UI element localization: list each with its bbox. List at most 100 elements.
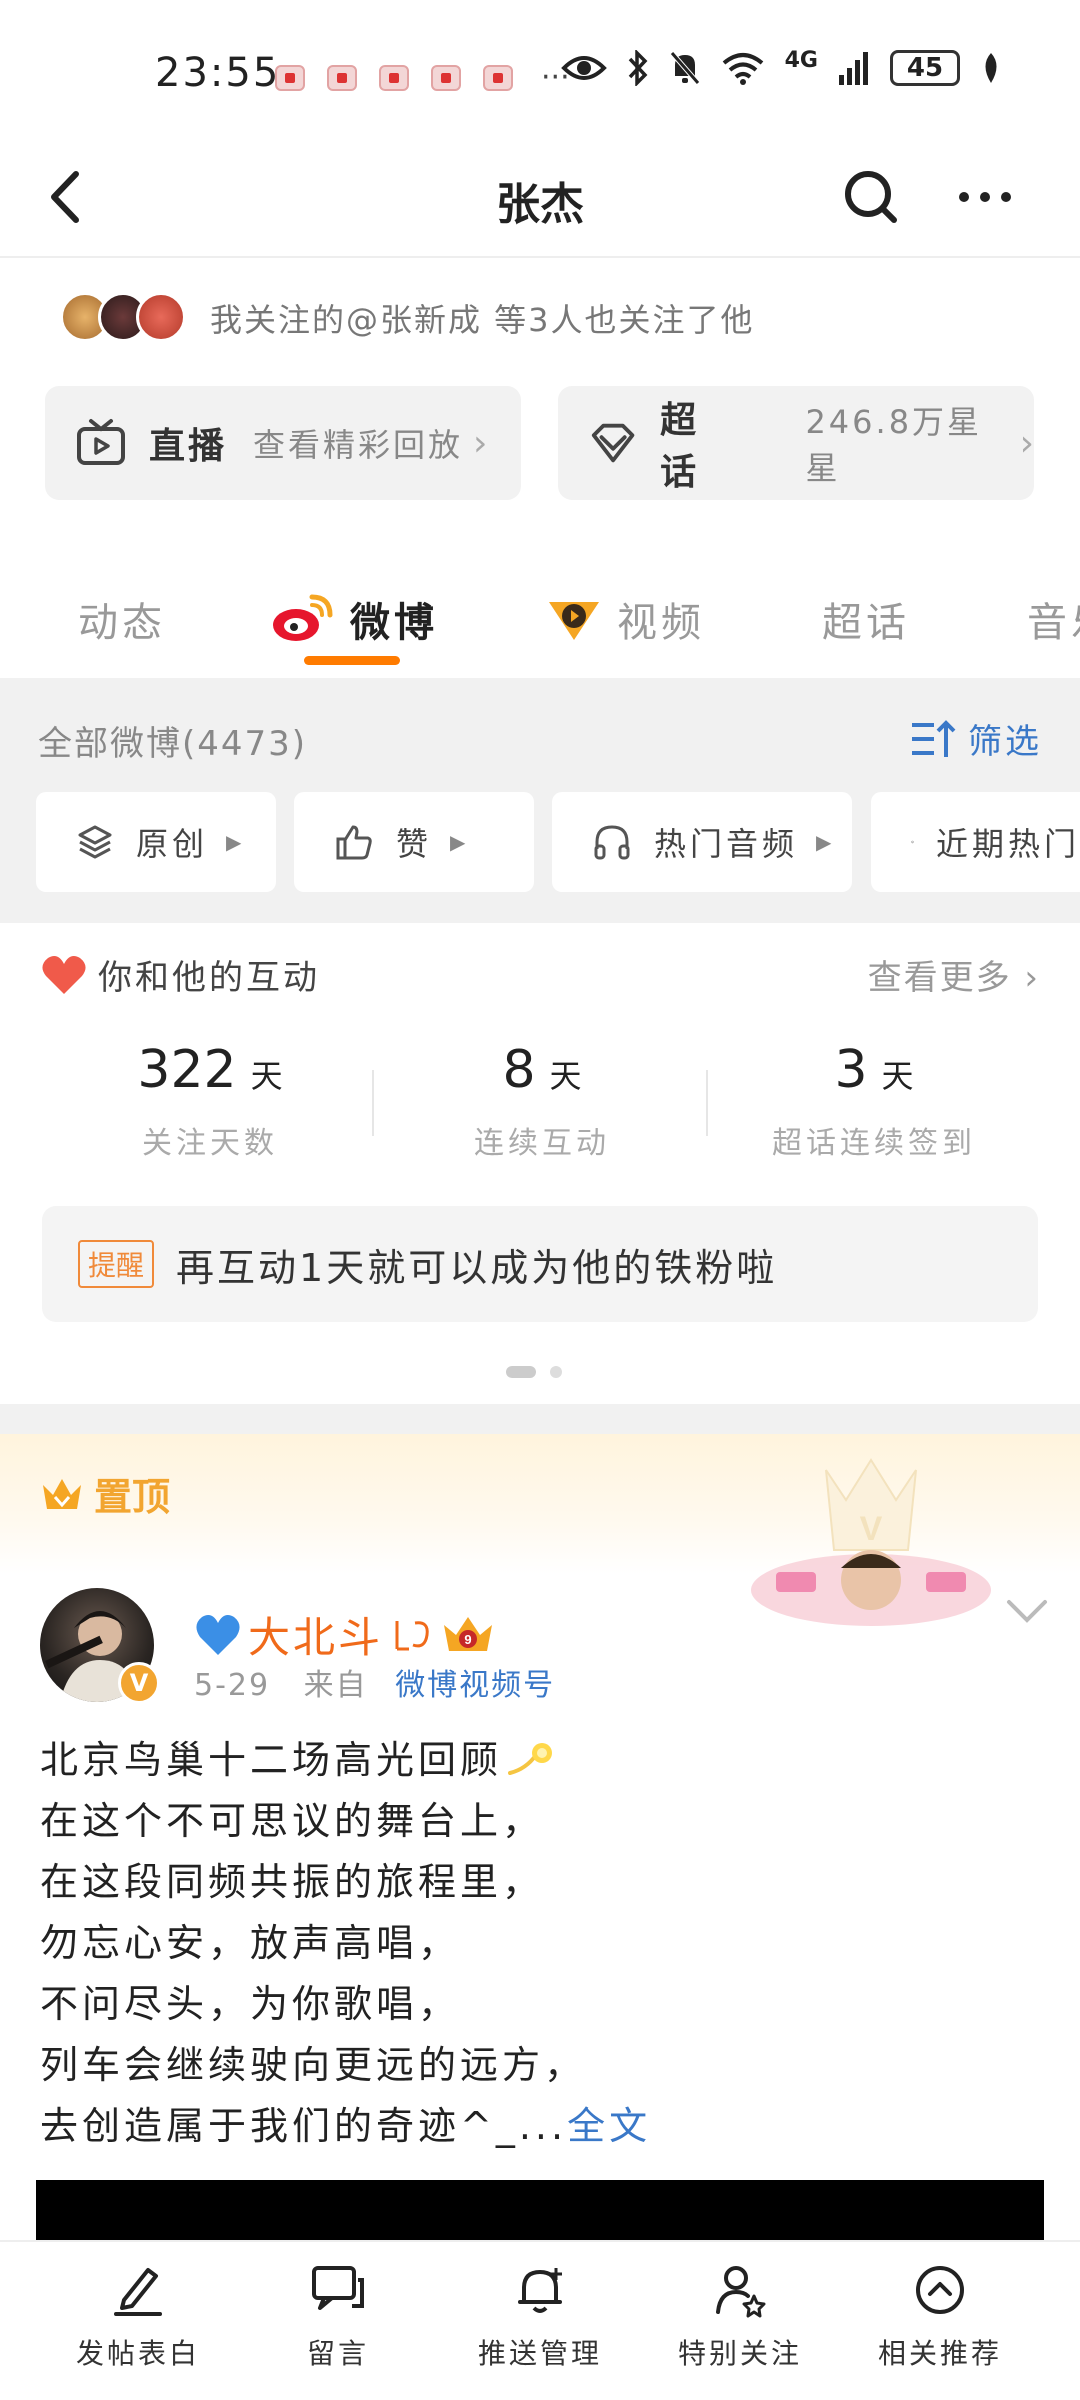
triangle-right-icon: ▶ bbox=[450, 830, 470, 854]
view-more-label: 查看更多 bbox=[867, 958, 1012, 998]
live-card[interactable]: 直播 查看精彩回放 › bbox=[45, 386, 521, 500]
heart-icon bbox=[42, 955, 86, 994]
layers-icon bbox=[78, 825, 112, 859]
post-meta: 5-29 来自 微博视频号 bbox=[194, 1660, 555, 1704]
divider bbox=[706, 1070, 708, 1136]
chevron-right-icon: › bbox=[473, 422, 488, 464]
post-line: 列车会继续驶向更远的远方， bbox=[40, 2043, 587, 2087]
shooting-star-icon bbox=[508, 1743, 553, 1775]
chevron-down-icon[interactable] bbox=[1005, 1596, 1049, 1626]
bottom-bar-label: 相关推荐 bbox=[877, 2337, 1002, 2370]
stat-label: 关注天数 bbox=[142, 1126, 278, 1161]
tab-video[interactable]: 视频 bbox=[545, 590, 705, 648]
crown-badge-icon: 9 bbox=[444, 1616, 493, 1651]
tab-label: 视频 bbox=[617, 600, 705, 646]
chevron-right-icon: › bbox=[1024, 958, 1040, 998]
stat-streak-days: 8天 连续互动 bbox=[392, 1040, 692, 1162]
blue-heart-icon bbox=[196, 1614, 240, 1655]
stat-value: 322 bbox=[137, 1040, 237, 1100]
page-title: 张杰 bbox=[496, 179, 584, 230]
tab-supertopic[interactable]: 超话 bbox=[822, 590, 910, 648]
tab-weibo[interactable]: 微博 bbox=[270, 590, 438, 648]
push-settings-button[interactable]: 推送管理 bbox=[450, 2262, 630, 2372]
crown-icon bbox=[43, 1478, 81, 1509]
chip-label: 热门音频 bbox=[654, 825, 799, 863]
live-card-subtitle: 查看精彩回放 bbox=[253, 426, 464, 464]
video-icon bbox=[549, 602, 599, 640]
view-more-link[interactable]: 查看更多 › bbox=[868, 950, 1040, 999]
nav-bar: 张杰 bbox=[0, 140, 1080, 258]
more-icon[interactable] bbox=[950, 162, 1020, 232]
post-line: 在这段同频共振的旅程里， bbox=[40, 1860, 545, 1904]
reminder-text: 再互动1天就可以成为他的铁粉啦 bbox=[176, 1245, 778, 1290]
related-recommend-button[interactable]: 相关推荐 bbox=[850, 2262, 1030, 2372]
special-follow-button[interactable]: 特别关注 bbox=[650, 2262, 830, 2372]
headphones-icon bbox=[594, 825, 630, 860]
message-button[interactable]: 留言 bbox=[248, 2262, 428, 2372]
chip-recent-hot[interactable]: 近期热门 bbox=[871, 792, 1080, 892]
layers-icon bbox=[911, 840, 914, 844]
svg-text:9: 9 bbox=[464, 1632, 471, 1647]
thumbs-up-icon bbox=[336, 825, 372, 860]
tab-label: 微博 bbox=[350, 600, 438, 646]
all-posts-count: 全部微博(4473) bbox=[38, 724, 308, 764]
filter-icon bbox=[912, 719, 956, 757]
bottom-bar-label: 推送管理 bbox=[477, 2337, 602, 2370]
fan-level-icon bbox=[395, 1620, 429, 1650]
post-source-prefix: 来自 bbox=[303, 1668, 368, 1703]
section-separator bbox=[0, 1404, 1080, 1434]
post-author[interactable]: 大北斗 9 bbox=[194, 1604, 497, 1665]
notification-icon bbox=[379, 64, 409, 91]
stat-value: 3 bbox=[834, 1040, 868, 1100]
bottom-bar-label: 留言 bbox=[306, 2337, 369, 2370]
full-text-link[interactable]: 全文 bbox=[567, 2104, 651, 2148]
post-line: 勿忘心安，放声高唱， bbox=[40, 1921, 461, 1965]
fan-badge-decoration: V bbox=[751, 1458, 991, 1626]
tab-dynamics[interactable]: 动态 bbox=[78, 590, 166, 648]
status-bar: 23:55 ··· 4G 45 bbox=[0, 0, 1080, 140]
wifi-icon bbox=[722, 53, 763, 85]
bottom-bar-label: 发帖表白 bbox=[75, 2337, 200, 2370]
stat-label: 超话连续签到 bbox=[772, 1126, 976, 1161]
post-line: 在这个不可思议的舞台上， bbox=[40, 1799, 545, 1843]
battery-indicator: 45 bbox=[890, 50, 960, 86]
chip-label: 赞 bbox=[396, 825, 433, 863]
notification-icon bbox=[327, 64, 357, 91]
post-author-name: 大北斗 bbox=[248, 1613, 384, 1662]
network-type: 4G bbox=[784, 47, 818, 73]
reminder-banner[interactable]: 提醒 再互动1天就可以成为他的铁粉啦 bbox=[42, 1206, 1038, 1322]
signal-icon bbox=[839, 52, 868, 85]
tab-label: 超话 bbox=[822, 600, 910, 646]
tab-label: 动态 bbox=[78, 600, 166, 646]
reminder-badge: 提醒 bbox=[78, 1240, 155, 1288]
pager-dot bbox=[550, 1366, 562, 1378]
eye-icon bbox=[560, 56, 607, 80]
notification-icon bbox=[275, 64, 305, 91]
post-date: 5-29 bbox=[194, 1668, 271, 1703]
up-circle-icon bbox=[916, 2266, 964, 2314]
chip-hot-audio[interactable]: 热门音频 ▶ bbox=[552, 792, 852, 892]
chip-label: 近期热门 bbox=[935, 825, 1080, 863]
message-icon bbox=[312, 2266, 364, 2310]
post-source-link[interactable]: 微博视频号 bbox=[395, 1668, 555, 1703]
live-card-title: 直播 bbox=[149, 426, 228, 467]
supertopic-card[interactable]: 超话 246.8万星星 › bbox=[558, 386, 1034, 500]
post-video[interactable] bbox=[36, 2180, 1044, 2240]
post-confession-button[interactable]: 发帖表白 bbox=[48, 2262, 228, 2372]
post-line: 去创造属于我们的奇迹^_...全文 bbox=[40, 2104, 652, 2148]
post-text: 北京鸟巢十二场高光回顾 在这个不可思议的舞台上， 在这段同频共振的旅程里， 勿忘… bbox=[40, 1730, 651, 2157]
stat-unit: 天 bbox=[881, 1057, 914, 1095]
pager-dots bbox=[506, 1366, 562, 1378]
status-time: 23:55 bbox=[155, 50, 281, 96]
search-icon[interactable] bbox=[836, 162, 906, 232]
post-line: 不问尽头，为你歌唱， bbox=[40, 1982, 461, 2026]
tab-music[interactable]: 音乐 bbox=[1027, 590, 1080, 648]
mutual-follow-row[interactable]: 我关注的@张新成 等3人也关注了他 bbox=[60, 290, 755, 346]
chip-liked[interactable]: 赞 ▶ bbox=[294, 792, 534, 892]
notification-icon bbox=[431, 64, 461, 91]
chip-original[interactable]: 原创 ▶ bbox=[36, 792, 276, 892]
filter-button[interactable]: 筛选 bbox=[910, 714, 1042, 763]
supertopic-card-subtitle: 246.8万星星 bbox=[805, 403, 983, 487]
tab-label: 音乐 bbox=[1027, 600, 1080, 646]
tv-icon bbox=[77, 419, 125, 465]
